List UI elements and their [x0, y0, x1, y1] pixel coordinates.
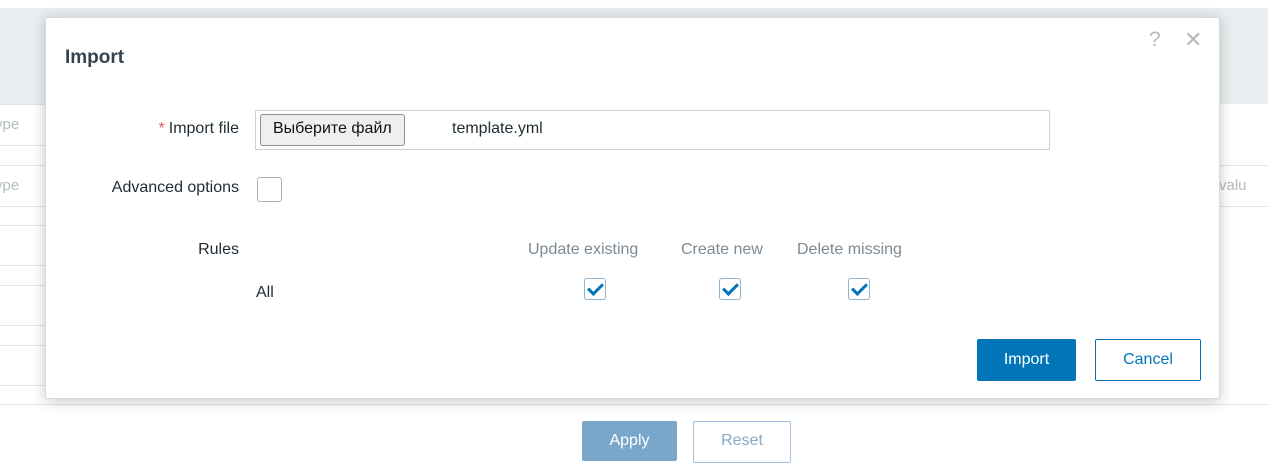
filter-type-input-2[interactable]: ype	[0, 165, 48, 207]
apply-button[interactable]: Apply	[582, 421, 677, 461]
reset-button[interactable]: Reset	[693, 421, 791, 463]
import-file-label: * Import file	[159, 120, 239, 138]
all-update-existing-checkbox[interactable]	[584, 278, 606, 300]
required-marker: *	[158, 120, 165, 137]
filter-value-input[interactable]: valu	[1212, 165, 1268, 207]
help-icon[interactable]: ?	[1149, 28, 1161, 52]
import-file-field[interactable]: Выберите файл template.yml	[255, 110, 1050, 150]
choose-file-button[interactable]: Выберите файл	[260, 114, 405, 146]
all-delete-missing-checkbox[interactable]	[848, 278, 870, 300]
rules-label: Rules	[198, 241, 239, 258]
import-button[interactable]: Import	[977, 339, 1076, 381]
column-delete-missing: Delete missing	[797, 241, 902, 258]
advanced-options-checkbox[interactable]	[257, 177, 282, 202]
filter-type-input-1[interactable]: ype	[0, 104, 48, 146]
rule-row-label: All	[256, 284, 274, 301]
bg-row-divider	[0, 345, 45, 346]
close-icon[interactable]: ✕	[1184, 28, 1202, 52]
cancel-button[interactable]: Cancel	[1095, 339, 1201, 381]
filter-value-placeholder: valu	[1219, 177, 1247, 194]
column-update-existing: Update existing	[528, 241, 639, 258]
selected-file-name: template.yml	[452, 120, 543, 137]
advanced-options-label: Advanced options	[111, 179, 239, 196]
all-create-new-checkbox[interactable]	[719, 278, 741, 300]
bg-row-divider	[0, 285, 45, 286]
bg-row-divider	[0, 265, 45, 266]
filter-type-placeholder-1: ype	[0, 116, 20, 133]
import-file-label-text: Import file	[168, 120, 239, 137]
bg-row-divider	[0, 225, 45, 226]
bg-footer-divider	[0, 404, 1268, 405]
dialog-title: Import	[65, 47, 125, 68]
import-dialog: Import ? ✕ * Import file Выберите файл te…	[45, 17, 1220, 399]
column-create-new: Create new	[681, 241, 763, 258]
bg-row-divider	[0, 325, 45, 326]
filter-type-placeholder-2: ype	[0, 177, 20, 194]
bg-row-divider	[0, 385, 45, 386]
